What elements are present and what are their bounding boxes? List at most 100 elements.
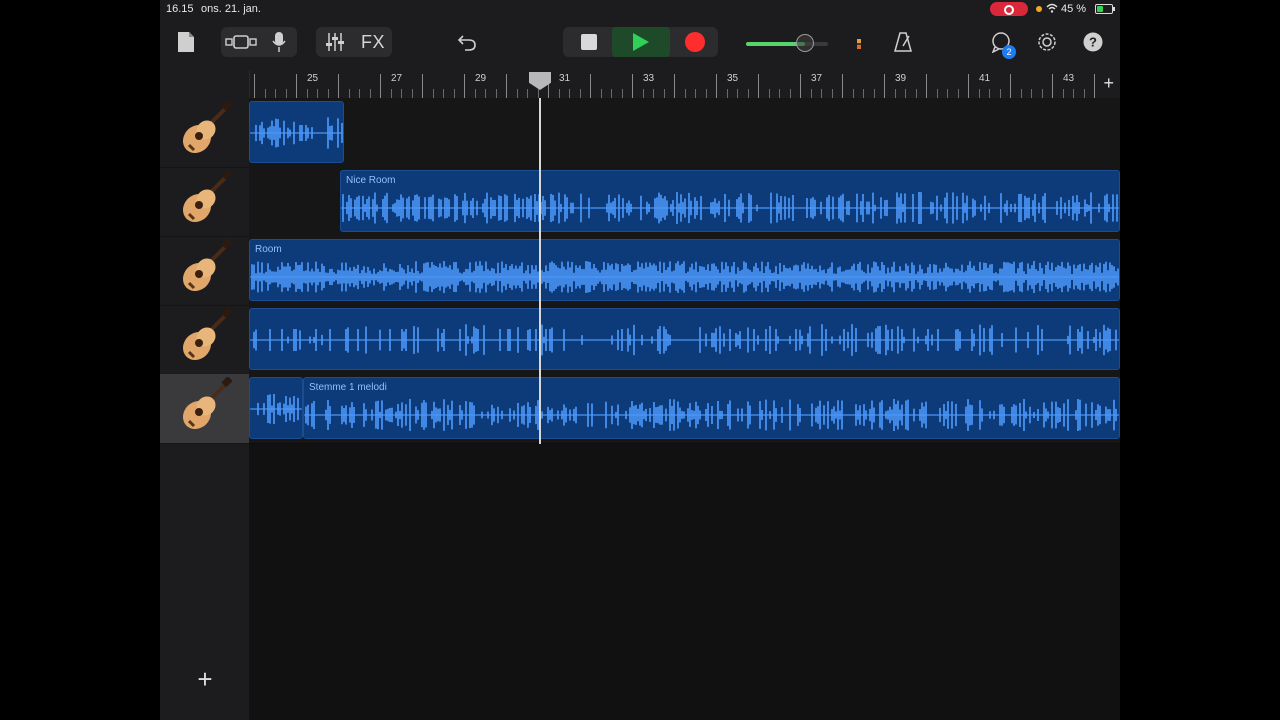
ruler-tick bbox=[495, 89, 497, 98]
output-level-meter bbox=[857, 39, 861, 49]
ruler-tick bbox=[558, 89, 560, 98]
ruler-tick bbox=[1083, 89, 1085, 98]
ruler-tick bbox=[621, 89, 623, 98]
record-button[interactable] bbox=[672, 26, 718, 58]
audio-region[interactable]: Nice Room bbox=[340, 170, 1120, 232]
track-header[interactable] bbox=[160, 374, 249, 444]
stop-button[interactable] bbox=[566, 26, 612, 58]
track-lane[interactable] bbox=[249, 98, 1120, 168]
fx-label: FX bbox=[360, 31, 385, 52]
ruler-tick bbox=[1020, 89, 1022, 98]
ruler-tick bbox=[1073, 89, 1074, 98]
my-songs-icon[interactable] bbox=[174, 26, 198, 58]
settings-gear-icon[interactable] bbox=[1034, 26, 1060, 58]
ruler-tick bbox=[1041, 89, 1043, 98]
track-header[interactable] bbox=[160, 305, 249, 375]
ruler-tick bbox=[485, 89, 486, 98]
ruler-tick bbox=[747, 89, 749, 98]
ruler-tick bbox=[947, 89, 948, 98]
ruler-tick bbox=[254, 74, 255, 98]
track-header[interactable] bbox=[160, 98, 249, 168]
ruler-bar-number: 35 bbox=[727, 73, 739, 84]
region-name: Nice Room bbox=[346, 175, 396, 186]
metronome-icon[interactable] bbox=[890, 26, 916, 58]
volume-knob[interactable] bbox=[796, 34, 815, 52]
ruler-tick bbox=[926, 74, 927, 98]
play-button[interactable] bbox=[612, 27, 670, 57]
ruler-tick bbox=[317, 89, 318, 98]
track-headers: + bbox=[160, 70, 250, 720]
ruler-tick bbox=[726, 89, 728, 98]
ruler-bar-number: 25 bbox=[307, 73, 319, 84]
waveform bbox=[341, 192, 1119, 224]
ruler-tick bbox=[1031, 89, 1032, 98]
ruler-tick bbox=[789, 89, 791, 98]
add-track-button[interactable]: + bbox=[194, 666, 216, 692]
play-icon bbox=[633, 33, 649, 51]
undo-icon[interactable] bbox=[454, 26, 480, 58]
audio-region[interactable] bbox=[249, 308, 1120, 370]
mic-in-use-indicator bbox=[1036, 6, 1042, 12]
tracks-view-icon[interactable] bbox=[223, 26, 259, 58]
ruler-tick bbox=[422, 74, 423, 98]
track-header[interactable] bbox=[160, 236, 249, 306]
audio-region[interactable] bbox=[249, 377, 303, 439]
ruler-tick bbox=[999, 89, 1001, 98]
tracks-area[interactable]: Nice Room Room Stemme 1 melodi bbox=[249, 98, 1120, 720]
ruler-tick bbox=[443, 89, 444, 98]
ruler-tick bbox=[359, 89, 360, 98]
ruler-tick bbox=[779, 89, 780, 98]
track-header[interactable] bbox=[160, 167, 249, 237]
help-icon[interactable]: ? bbox=[1080, 26, 1106, 58]
ruler-bar-number: 27 bbox=[391, 73, 403, 84]
waveform bbox=[250, 393, 302, 425]
ruler-tick bbox=[432, 89, 434, 98]
acoustic-guitar-icon bbox=[177, 238, 233, 302]
acoustic-guitar-icon bbox=[177, 307, 233, 371]
audio-region[interactable] bbox=[249, 101, 344, 163]
fx-button[interactable]: FX bbox=[358, 26, 388, 58]
ruler-tick bbox=[936, 89, 938, 98]
ruler-tick bbox=[264, 89, 266, 98]
ruler-tick bbox=[611, 89, 612, 98]
svg-text:?: ? bbox=[1089, 35, 1097, 50]
acoustic-guitar-icon bbox=[177, 100, 233, 164]
audio-region[interactable]: Room bbox=[249, 239, 1120, 301]
ruler-tick bbox=[632, 74, 633, 98]
ruler-bar-number: 39 bbox=[895, 73, 907, 84]
audio-region[interactable]: Stemme 1 melodi bbox=[303, 377, 1120, 439]
ruler-bar-number: 29 bbox=[475, 73, 487, 84]
battery-icon bbox=[1095, 4, 1115, 14]
ruler-tick bbox=[821, 89, 822, 98]
ruler-tick bbox=[401, 89, 402, 98]
ruler-tick bbox=[852, 89, 854, 98]
add-section-icon[interactable]: + bbox=[1103, 73, 1114, 94]
ruler-tick bbox=[600, 89, 602, 98]
ruler-bar-number: 31 bbox=[559, 73, 571, 84]
ruler-tick bbox=[348, 89, 350, 98]
record-icon bbox=[685, 32, 705, 52]
microphone-icon[interactable] bbox=[267, 26, 291, 58]
ruler-tick bbox=[369, 89, 371, 98]
wifi-icon bbox=[1046, 2, 1058, 17]
ruler-tick bbox=[905, 89, 906, 98]
ruler-tick bbox=[275, 89, 276, 98]
timeline-ruler[interactable]: + 25 27 29 31 33 35 37 39 41 43 bbox=[249, 70, 1120, 99]
waveform bbox=[250, 117, 343, 149]
ruler-tick bbox=[810, 89, 812, 98]
ruler-tick bbox=[800, 74, 801, 98]
ruler-tick bbox=[863, 89, 864, 98]
ruler-tick bbox=[842, 74, 843, 98]
ruler-tick bbox=[1062, 89, 1064, 98]
ruler-tick bbox=[579, 89, 581, 98]
master-volume-slider[interactable] bbox=[746, 34, 828, 52]
screen-recording-icon[interactable] bbox=[990, 2, 1028, 16]
mixer-sliders-icon[interactable] bbox=[322, 26, 348, 58]
ruler-tick bbox=[873, 89, 875, 98]
acoustic-guitar-icon bbox=[177, 169, 233, 233]
status-time: 16.15 bbox=[166, 3, 194, 15]
ruler-tick bbox=[338, 74, 339, 98]
ruler-tick bbox=[1010, 74, 1011, 98]
ruler-bar-number: 37 bbox=[811, 73, 823, 84]
ruler-tick bbox=[957, 89, 959, 98]
